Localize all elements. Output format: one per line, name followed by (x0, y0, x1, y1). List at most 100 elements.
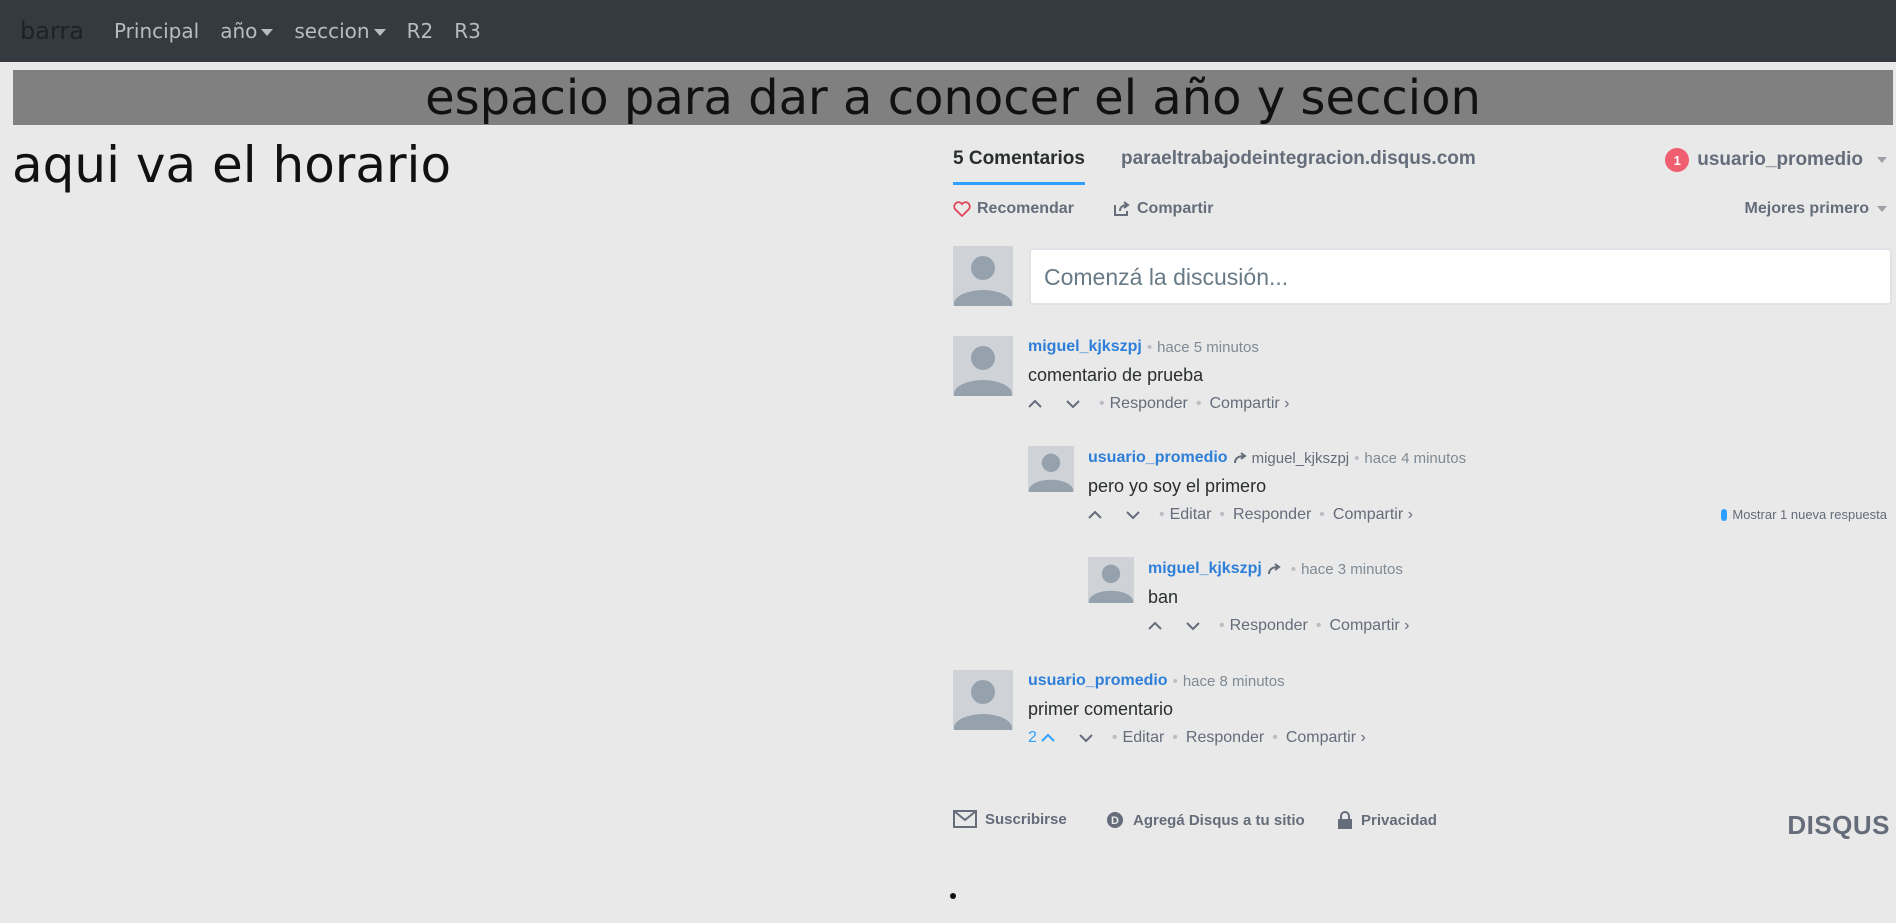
disqus-footer: Suscribirse D Agregá Disqus a tu sitio P… (953, 810, 1893, 840)
comment-author[interactable]: usuario_promedio (1028, 672, 1168, 690)
share-comment-button[interactable]: Compartir › (1286, 729, 1366, 747)
avatar[interactable] (1028, 446, 1074, 492)
downvote-button[interactable] (1079, 733, 1093, 743)
reply-button[interactable]: Responder (1230, 617, 1308, 635)
add-disqus-label: Agregá Disqus a tu sitio (1133, 811, 1305, 829)
comment-author[interactable]: usuario_promedio (1088, 449, 1228, 467)
caret-down-icon (373, 28, 386, 36)
comment-time[interactable]: hace 3 minutos (1301, 561, 1403, 578)
vote-count: 2 (1028, 729, 1037, 746)
user-silhouette-icon (954, 346, 1012, 396)
disqus-logo[interactable]: DISQUS (1787, 810, 1890, 841)
heart-icon (953, 201, 971, 217)
separator-dot: • (1354, 449, 1360, 467)
separator-dot: • (1315, 617, 1322, 634)
disqus-thread: 5 Comentarios paraeltrabajodeintegracion… (953, 140, 1893, 840)
comment-time[interactable]: hace 5 minutos (1157, 339, 1259, 356)
upvote-button[interactable] (1028, 399, 1042, 409)
comment-author[interactable]: miguel_kjkszpj (1028, 338, 1142, 356)
notification-badge[interactable]: 1 (1665, 148, 1690, 172)
nav-item-seccion[interactable]: seccion (294, 19, 386, 43)
downvote-button[interactable] (1186, 621, 1200, 631)
lock-icon (1338, 811, 1352, 829)
separator-dot: • (1319, 506, 1325, 523)
upvote-button[interactable]: 2 (1028, 729, 1055, 747)
share-comment-button[interactable]: Compartir › (1330, 617, 1410, 635)
new-indicator-icon (1721, 508, 1728, 521)
nav-item-principal[interactable]: Principal (114, 19, 199, 43)
upvote-button[interactable] (1148, 621, 1162, 631)
avatar[interactable] (953, 336, 1013, 396)
separator-dot: • (1099, 395, 1105, 412)
recommend-button[interactable]: Recomendar (953, 200, 1074, 218)
disqus-header: 5 Comentarios paraeltrabajodeintegracion… (953, 140, 1893, 186)
nav-item-r2[interactable]: R2 (407, 19, 434, 43)
user-name: usuario_promedio (1697, 149, 1863, 170)
add-disqus-link[interactable]: D Agregá Disqus a tu sitio (1105, 810, 1305, 830)
caret-down-icon (261, 28, 274, 36)
separator-dot: • (1272, 729, 1278, 746)
avatar[interactable] (953, 246, 1013, 306)
tab-community[interactable]: paraeltrabajodeintegracion.disqus.com (1121, 148, 1476, 170)
reply-button[interactable]: Responder (1186, 729, 1264, 747)
subscribe-label: Suscribirse (985, 810, 1067, 828)
user-menu[interactable]: 1 usuario_promedio (1665, 148, 1887, 172)
tab-comments[interactable]: 5 Comentarios (953, 148, 1085, 185)
separator-dot: • (1172, 672, 1178, 690)
privacy-link[interactable]: Privacidad (1337, 810, 1437, 830)
nav-item-r3[interactable]: R3 (454, 19, 481, 43)
schedule-heading: aqui va el horario (12, 136, 452, 194)
comment-item: usuario_promedio miguel_kjkszpj • hace 4… (1088, 449, 1466, 524)
list-bullet (950, 893, 956, 899)
comment-footer: 2 • Editar • Responder • Compartir › (1028, 729, 1366, 747)
navbar-brand[interactable]: barra (20, 17, 84, 45)
comment-footer: • Responder • Compartir › (1028, 395, 1290, 413)
edit-button[interactable]: Editar (1123, 729, 1165, 747)
user-silhouette-icon (954, 680, 1012, 730)
upvote-button[interactable] (1088, 510, 1102, 520)
comment-composer-input[interactable]: Comenzá la discusión... (1029, 248, 1892, 305)
section-banner: espacio para dar a conocer el año y secc… (13, 69, 1893, 126)
avatar[interactable] (953, 670, 1013, 730)
nav-item-label: R2 (406, 19, 434, 43)
subscribe-link[interactable]: Suscribirse (953, 810, 1067, 828)
sort-label: Mejores primero (1744, 200, 1869, 217)
downvote-button[interactable] (1066, 399, 1080, 409)
recommend-label: Recomendar (977, 200, 1074, 217)
new-replies-label: Mostrar 1 nueva respuesta (1732, 507, 1887, 522)
chevron-down-icon (1079, 734, 1093, 743)
edit-button[interactable]: Editar (1170, 506, 1212, 524)
reply-button[interactable]: Responder (1110, 395, 1188, 413)
share-comment-button[interactable]: Compartir › (1210, 395, 1290, 413)
comment-time[interactable]: hace 8 minutos (1183, 673, 1285, 690)
reply-to-link[interactable] (1262, 563, 1286, 575)
nav-item-label: Principal (113, 19, 200, 43)
chevron-down-icon (1877, 157, 1887, 163)
chevron-up-icon (1041, 733, 1055, 742)
comment-header: miguel_kjkszpj • hace 5 minutos (1028, 338, 1290, 356)
nav-item-ano[interactable]: año (220, 19, 274, 43)
envelope-icon (953, 810, 977, 828)
chevron-up-icon (1088, 510, 1102, 519)
comment-time[interactable]: hace 4 minutos (1364, 450, 1466, 467)
nav-item-label: seccion (294, 19, 370, 43)
reply-button[interactable]: Responder (1233, 506, 1311, 524)
reply-to-link[interactable]: miguel_kjkszpj (1228, 450, 1349, 467)
disqus-d-icon: D (1107, 812, 1123, 828)
banner-text: espacio para dar a conocer el año y secc… (425, 69, 1481, 126)
comment-header: usuario_promedio • hace 8 minutos (1028, 672, 1366, 690)
sort-dropdown[interactable]: Mejores primero (1745, 200, 1887, 218)
separator-dot: • (1172, 729, 1178, 746)
avatar[interactable] (1088, 557, 1134, 603)
comment-footer: • Editar • Responder • Compartir › (1088, 506, 1466, 524)
navbar: barra Principal año seccion R2 R3 (0, 0, 1896, 62)
chevron-up-icon (1148, 621, 1162, 630)
comment-author[interactable]: miguel_kjkszpj (1148, 560, 1262, 578)
show-new-replies-button[interactable]: Mostrar 1 nueva respuesta (1721, 507, 1887, 522)
share-button[interactable]: Compartir (1113, 200, 1213, 218)
separator-dot: • (1219, 506, 1226, 523)
separator-dot: • (1219, 617, 1225, 634)
share-comment-button[interactable]: Compartir › (1333, 506, 1413, 524)
separator-dot: • (1195, 395, 1202, 412)
downvote-button[interactable] (1126, 510, 1140, 520)
